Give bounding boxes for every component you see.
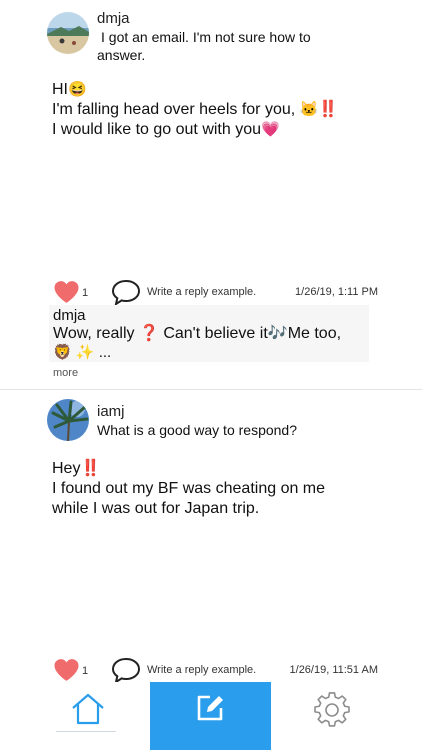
post-actions: 1 Write a reply example. 1/26/19, 1:11 P… [0, 277, 422, 307]
emoji: 💗 [261, 121, 280, 138]
write-reply-link[interactable]: Write a reply example. [147, 286, 256, 298]
emoji: ‼️ [80, 460, 101, 477]
reply-text: Wow, really [53, 325, 139, 342]
post-username: dmja [97, 10, 130, 27]
write-reply-link[interactable]: Write a reply example. [147, 664, 256, 676]
post-subject: What is a good way to respond? [97, 422, 298, 438]
post-body: Hey‼️ I found out my BF was cheating on … [52, 459, 382, 519]
reply-text: Me too, [287, 325, 342, 342]
tab-underline [56, 731, 116, 732]
avatar-beach-image [47, 12, 89, 54]
post-body-line: while I was out for Japan trip. [52, 500, 260, 517]
post-timestamp: 1/26/19, 11:51 AM [289, 664, 378, 676]
tab-compose[interactable] [150, 682, 271, 750]
tab-bar [0, 682, 422, 750]
home-icon [72, 693, 104, 725]
like-count: 1 [82, 287, 89, 299]
emoji: ❓ [138, 325, 159, 342]
post-actions: 1 Write a reply example. 1/26/19, 11:51 … [0, 655, 422, 685]
comment-bubble-icon[interactable] [111, 278, 141, 306]
post-card[interactable]: dmja I got an email. I'm not sure how to… [0, 0, 422, 390]
emoji: 🎶 [267, 325, 288, 342]
avatar[interactable] [47, 12, 89, 54]
reply-text: Can't believe it [158, 325, 268, 342]
post-body-line: HI😆 [52, 80, 382, 100]
post-card[interactable]: iamj What is a good way to respond? Hey‼… [0, 392, 422, 684]
like-count: 1 [82, 665, 89, 677]
post-username: iamj [97, 403, 125, 420]
reply-text-line: Wow, really ❓ Can't believe it🎶Me too, [53, 324, 341, 344]
body-text: HI [52, 81, 68, 98]
heart-icon[interactable] [53, 658, 80, 682]
post-body-line: I found out my BF was cheating on me [52, 480, 326, 497]
comment-bubble-icon[interactable] [111, 656, 141, 684]
post-body-line: Hey‼️ [52, 459, 382, 479]
post-body: HI😆 I'm falling head over heels for you,… [52, 80, 382, 140]
tab-home[interactable] [0, 682, 150, 750]
avatar-palm-image [47, 399, 89, 441]
reply-preview[interactable]: dmja Wow, really ❓ Can't believe it🎶Me t… [49, 305, 369, 362]
post-divider [0, 389, 422, 390]
avatar[interactable] [47, 399, 89, 441]
post-timestamp: 1/26/19, 1:11 PM [295, 286, 378, 298]
gear-icon [314, 692, 350, 727]
emoji: ‼️ [318, 101, 339, 118]
heart-icon[interactable] [53, 280, 80, 304]
post-body-line: I'm falling head over heels for you, 🐱‼️ [52, 100, 382, 120]
emoji: 😆 [68, 81, 87, 98]
tab-settings[interactable] [271, 682, 422, 750]
reply-text-line: 🦁 ✨ ... [53, 344, 112, 361]
body-text: I'm falling head over heels for you, [52, 101, 300, 118]
body-text: Hey [52, 460, 81, 477]
body-text: I would like to go out with you [52, 121, 262, 138]
more-link[interactable]: more [53, 367, 78, 379]
reply-username: dmja [53, 307, 86, 324]
post-subject: I got an email. I'm not sure how to answ… [97, 29, 311, 63]
emoji: 🐱 [299, 101, 319, 118]
compose-icon [197, 695, 223, 721]
post-body-line: I would like to go out with you💗 [52, 120, 382, 140]
